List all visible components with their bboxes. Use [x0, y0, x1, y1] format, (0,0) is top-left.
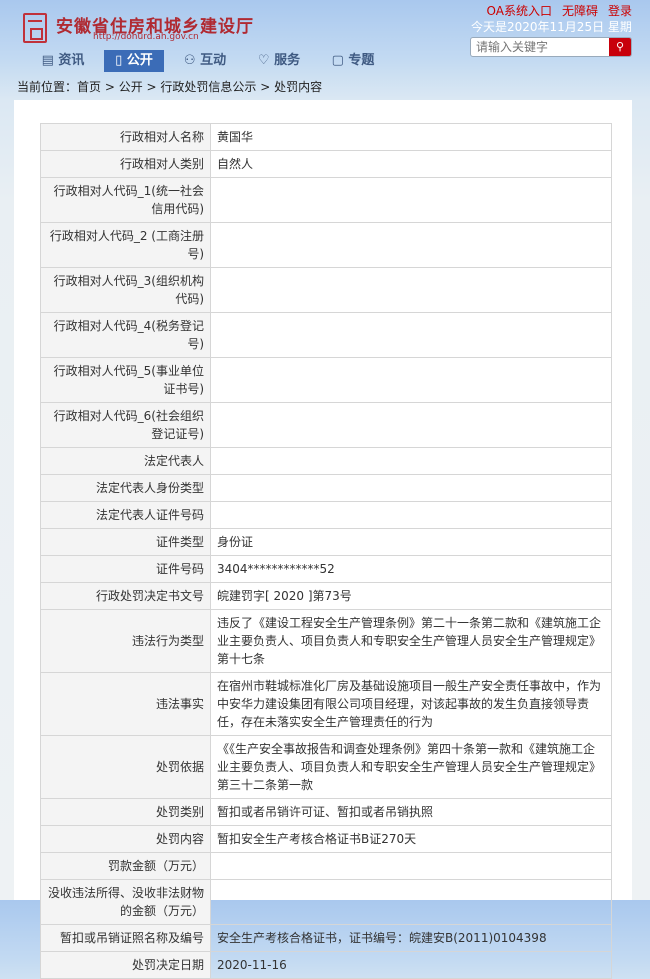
row-value: [210, 177, 612, 223]
table-row: 行政相对人名称 黄国华: [40, 123, 612, 151]
top-links: OA系统入口 无障碍 登录: [477, 2, 632, 19]
table-row: 行政处罚决定书文号 皖建罚字[ 2020 ]第73号: [40, 582, 612, 610]
content-panel: 行政相对人名称 黄国华 行政相对人类别 自然人 行政相对人代码_1(统一社会信用代码) 行…: [14, 100, 632, 979]
heart-icon: ♡: [257, 53, 275, 68]
row-value: 安全生产考核合格证书，证书编号：皖建安B(2011)0104398: [210, 924, 612, 952]
row-value: [210, 447, 612, 475]
main-nav: ▤ 资讯 ▯ 公开 ⚇ 互动 ♡ 服务 ▢ 专题: [30, 50, 394, 72]
book-icon: ▯: [115, 53, 127, 68]
table-row: 行政相对人类别 自然人: [40, 150, 612, 178]
date-text: 今天是2020年11月25日 星期: [471, 20, 632, 34]
nav-service[interactable]: ♡ 服务: [246, 50, 312, 72]
search-box: ⚲: [470, 37, 632, 57]
penalty-detail-table: 行政相对人名称 黄国华 行政相对人类别 自然人 行政相对人代码_1(统一社会信用代码) 行…: [40, 123, 612, 979]
row-label: 行政相对人代码_1(统一社会信用代码): [40, 177, 211, 223]
crumb-public[interactable]: 公开: [119, 80, 143, 94]
row-value: 暂扣或者吊销许可证、暂扣或者吊销执照: [210, 798, 612, 826]
row-value: 2020-11-16: [210, 951, 612, 979]
nav-news[interactable]: ▤ 资讯: [30, 50, 96, 72]
row-label: 暂扣或吊销证照名称及编号: [40, 924, 211, 952]
row-label: 没收违法所得、没收非法财物的金额（万元）: [40, 879, 211, 925]
row-value: [210, 852, 612, 880]
row-value: 皖建罚字[ 2020 ]第73号: [210, 582, 612, 610]
row-value: 在宿州市鞋城标准化厂房及基础设施项目一般生产安全责任事故中，作为中安华力建设集团…: [210, 672, 612, 736]
search-icon: ⚲: [615, 40, 625, 53]
row-label: 行政相对人类别: [40, 150, 211, 178]
table-row: 暂扣或吊销证照名称及编号 安全生产考核合格证书，证书编号：皖建安B(2011)01…: [40, 924, 612, 952]
site-header: 安徽省住房和城乡建设厅 http://dohurd.ah.gov.cn OA系统…: [0, 0, 650, 100]
table-row: 行政相对人代码_3(组织机构代码): [40, 267, 612, 313]
search-input[interactable]: [471, 38, 611, 56]
site-url: http://dohurd.ah.gov.cn: [93, 32, 199, 42]
table-row: 行政相对人代码_5(事业单位证书号): [40, 357, 612, 403]
row-label: 违法行为类型: [40, 609, 211, 673]
table-row: 违法行为类型 违反了《建设工程安全生产管理条例》第二十一条第二款和《建筑施工企业主…: [40, 609, 612, 673]
row-value: [210, 402, 612, 448]
row-value: 3404************52: [210, 555, 612, 583]
row-value: [210, 879, 612, 925]
row-label: 行政相对人代码_3(组织机构代码): [40, 267, 211, 313]
search-button[interactable]: ⚲: [609, 38, 631, 56]
table-row: 处罚依据 《《生产安全事故报告和调查处理条例》第四十条第一款和《建筑施工企业主要负…: [40, 735, 612, 799]
crumb-home[interactable]: 首页: [77, 80, 101, 94]
table-row: 法定代表人: [40, 447, 612, 475]
row-label: 法定代表人证件号码: [40, 501, 211, 529]
row-label: 法定代表人身份类型: [40, 474, 211, 502]
row-label: 法定代表人: [40, 447, 211, 475]
oa-link[interactable]: OA系统入口: [487, 4, 552, 18]
row-label: 行政相对人名称: [40, 123, 211, 151]
row-label: 罚款金额（万元）: [40, 852, 211, 880]
table-row: 法定代表人身份类型: [40, 474, 612, 502]
row-value: [210, 222, 612, 268]
table-row: 证件号码 3404************52: [40, 555, 612, 583]
row-label: 行政相对人代码_6(社会组织登记证号): [40, 402, 211, 448]
row-value: [210, 474, 612, 502]
row-value: 身份证: [210, 528, 612, 556]
row-value: 违反了《建设工程安全生产管理条例》第二十一条第二款和《建筑施工企业主要负责人、项…: [210, 609, 612, 673]
chat-icon: ▢: [331, 53, 349, 68]
table-row: 行政相对人代码_4(税务登记号): [40, 312, 612, 358]
breadcrumb: 当前位置：首页 > 公开 > 行政处罚信息公示 > 处罚内容: [17, 80, 323, 94]
row-label: 处罚依据: [40, 735, 211, 799]
row-value: [210, 357, 612, 403]
row-value: 黄国华: [210, 123, 612, 151]
table-row: 法定代表人证件号码: [40, 501, 612, 529]
table-row: 处罚决定日期 2020-11-16: [40, 951, 612, 979]
row-label: 处罚类别: [40, 798, 211, 826]
row-label: 处罚决定日期: [40, 951, 211, 979]
table-row: 行政相对人代码_2 (工商注册号): [40, 222, 612, 268]
table-row: 行政相对人代码_6(社会组织登记证号): [40, 402, 612, 448]
row-label: 行政相对人代码_4(税务登记号): [40, 312, 211, 358]
people-icon: ⚇: [183, 53, 201, 68]
row-value: 暂扣安全生产考核合格证书B证270天: [210, 825, 612, 853]
crumb-current: 处罚内容: [274, 80, 323, 94]
table-row: 违法事实 在宿州市鞋城标准化厂房及基础设施项目一般生产安全责任事故中，作为中安华力…: [40, 672, 612, 736]
row-value: 《《生产安全事故报告和调查处理条例》第四十条第一款和《建筑施工企业主要负责人、项…: [210, 735, 612, 799]
row-value: [210, 501, 612, 529]
table-row: 没收违法所得、没收非法财物的金额（万元）: [40, 879, 612, 925]
login-link[interactable]: 登录: [608, 4, 632, 18]
site-logo-icon[interactable]: [23, 13, 47, 43]
row-label: 证件号码: [40, 555, 211, 583]
accessibility-link[interactable]: 无障碍: [562, 4, 598, 18]
nav-topics[interactable]: ▢ 专题: [320, 50, 386, 72]
table-row: 处罚内容 暂扣安全生产考核合格证书B证270天: [40, 825, 612, 853]
list-icon: ▤: [41, 53, 59, 68]
table-row: 行政相对人代码_1(统一社会信用代码): [40, 177, 612, 223]
row-label: 行政处罚决定书文号: [40, 582, 211, 610]
row-value: [210, 267, 612, 313]
nav-public[interactable]: ▯ 公开: [104, 50, 164, 72]
table-row: 证件类型 身份证: [40, 528, 612, 556]
row-label: 违法事实: [40, 672, 211, 736]
row-label: 证件类型: [40, 528, 211, 556]
row-value: 自然人: [210, 150, 612, 178]
row-label: 行政相对人代码_5(事业单位证书号): [40, 357, 211, 403]
row-label: 处罚内容: [40, 825, 211, 853]
crumb-penalty-info[interactable]: 行政处罚信息公示: [160, 80, 256, 94]
table-row: 处罚类别 暂扣或者吊销许可证、暂扣或者吊销执照: [40, 798, 612, 826]
table-row: 罚款金额（万元）: [40, 852, 612, 880]
row-label: 行政相对人代码_2 (工商注册号): [40, 222, 211, 268]
row-value: [210, 312, 612, 358]
nav-interact[interactable]: ⚇ 互动: [172, 50, 238, 72]
